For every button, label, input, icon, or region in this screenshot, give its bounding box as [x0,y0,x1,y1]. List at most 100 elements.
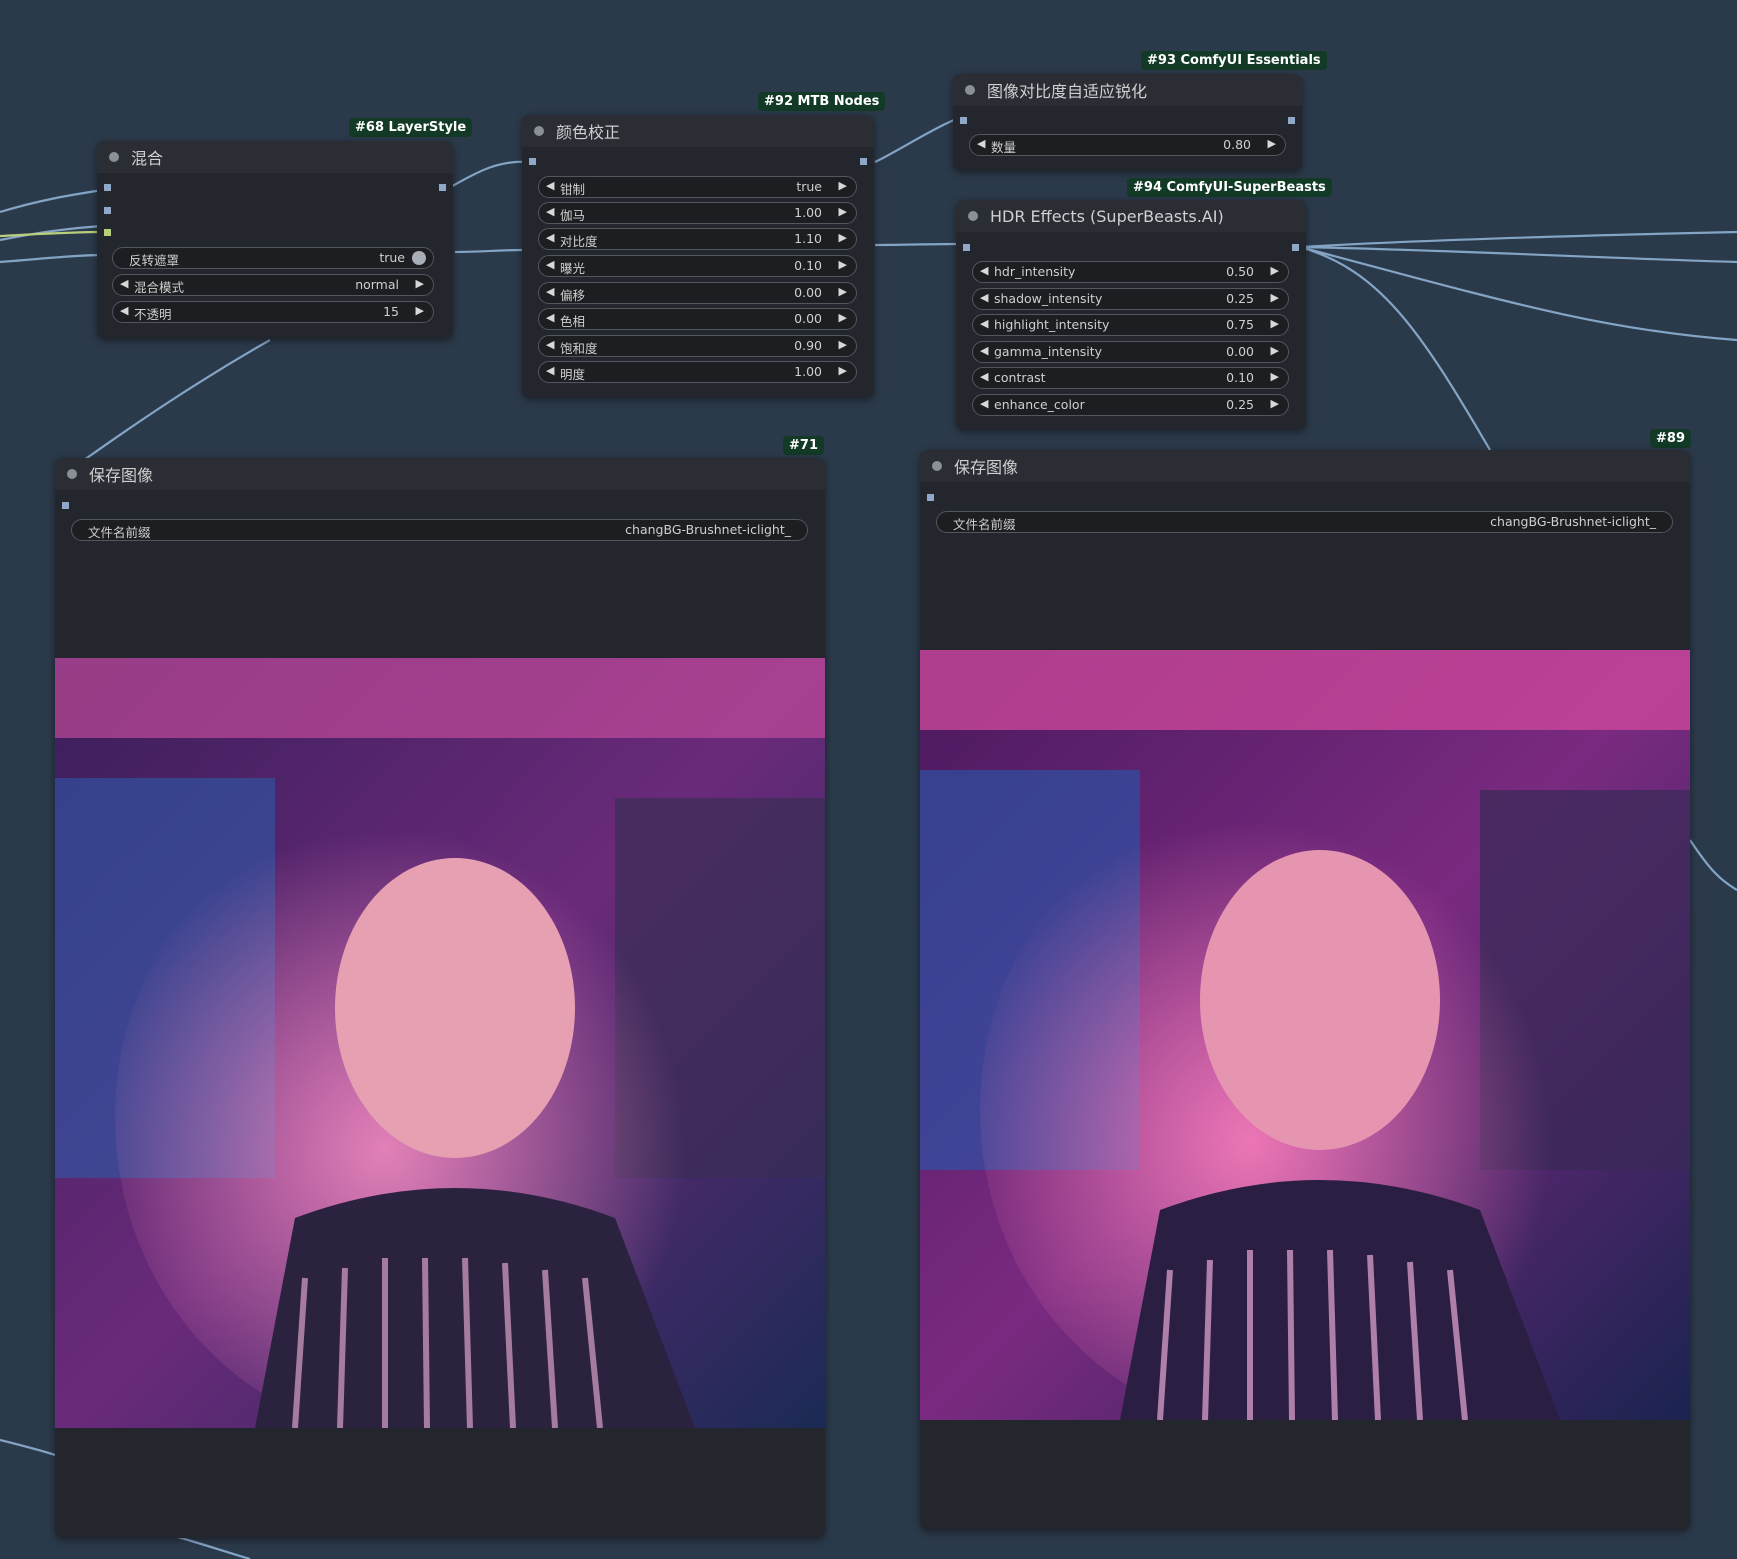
input-slot[interactable] [104,229,111,236]
left-triangle-icon[interactable]: ◀ [980,264,988,277]
right-triangle-icon[interactable]: ▶ [839,231,847,244]
input-slot[interactable] [62,502,69,509]
input-slot[interactable] [960,117,967,124]
amount-widget[interactable]: ◀ 数量 0.80 ▶ [969,134,1286,156]
brightness-widget[interactable]: ◀ 明度 1.00 ▶ [538,361,857,383]
enhance-color-widget[interactable]: ◀ enhance_color 0.25 ▶ [972,394,1289,416]
save-image-node[interactable]: 保存图像 文件名前缀 changBG-Brushnet-iclight_ [920,450,1690,1530]
node-title: 混合 [131,149,164,168]
right-triangle-icon[interactable]: ▶ [1271,397,1279,410]
clamp-widget[interactable]: ◀ 钳制 true ▶ [538,176,857,198]
right-triangle-icon[interactable]: ▶ [1271,370,1279,383]
input-slot[interactable] [104,184,111,191]
shadow-intensity-widget[interactable]: ◀ shadow_intensity 0.25 ▶ [972,288,1289,310]
invert-mask-toggle[interactable]: 反转遮罩 true [112,247,434,269]
right-triangle-icon[interactable]: ▶ [1268,137,1276,150]
right-triangle-icon[interactable]: ▶ [1271,291,1279,304]
right-triangle-icon[interactable]: ▶ [839,338,847,351]
left-triangle-icon[interactable]: ◀ [980,344,988,357]
wire [1299,230,1737,249]
output-slot[interactable] [1292,244,1299,251]
left-triangle-icon[interactable]: ◀ [120,277,128,290]
right-triangle-icon[interactable]: ▶ [1271,317,1279,330]
filename-prefix-field[interactable]: 文件名前缀 changBG-Brushnet-iclight_ [71,519,808,541]
right-triangle-icon[interactable]: ▶ [416,304,424,317]
wire [1299,245,1491,451]
saturation-widget[interactable]: ◀ 饱和度 0.90 ▶ [538,335,857,357]
left-triangle-icon[interactable]: ◀ [546,258,554,271]
right-triangle-icon[interactable]: ▶ [416,277,424,290]
left-triangle-icon[interactable]: ◀ [546,311,554,324]
output-image-preview[interactable] [55,658,825,1428]
gamma-widget[interactable]: ◀ 伽马 1.00 ▶ [538,202,857,224]
widget-value: 0.00 [1226,344,1254,359]
left-triangle-icon[interactable]: ◀ [980,317,988,330]
left-triangle-icon[interactable]: ◀ [977,137,985,150]
node-header[interactable]: 保存图像 [55,458,825,490]
right-triangle-icon[interactable]: ▶ [839,179,847,192]
left-triangle-icon[interactable]: ◀ [546,285,554,298]
exposure-widget[interactable]: ◀ 曝光 0.10 ▶ [538,255,857,277]
node-title: 保存图像 [954,458,1019,477]
widget-label: 文件名前缀 [88,525,151,540]
widget-value: true [379,250,405,265]
sharpen-node[interactable]: 图像对比度自适应锐化 ◀ 数量 0.80 ▶ [953,74,1302,171]
node-status-dot-icon [534,126,544,136]
right-triangle-icon[interactable]: ▶ [839,285,847,298]
node-header[interactable]: 图像对比度自适应锐化 [953,74,1302,106]
contrast-widget[interactable]: ◀ 对比度 1.10 ▶ [538,228,857,250]
highlight-intensity-widget[interactable]: ◀ highlight_intensity 0.75 ▶ [972,314,1289,336]
node-header[interactable]: HDR Effects (SuperBeasts.AI) [956,200,1306,232]
save-image-node[interactable]: 保存图像 文件名前缀 changBG-Brushnet-iclight_ [55,458,825,1538]
wire [454,248,523,254]
right-triangle-icon[interactable]: ▶ [839,311,847,324]
widget-label: 色相 [560,314,586,329]
input-slot[interactable] [927,494,934,501]
node-id-badge: #92 MTB Nodes [758,92,886,111]
filename-prefix-field[interactable]: 文件名前缀 changBG-Brushnet-iclight_ [936,511,1673,533]
wire [0,253,104,264]
blend-node[interactable]: 混合 反转遮罩 true ◀ 混合模式 normal ▶ ◀ 不透明 15 ▶ [97,141,453,339]
output-slot[interactable] [860,158,867,165]
input-slot[interactable] [104,207,111,214]
input-slot[interactable] [529,158,536,165]
node-header[interactable]: 颜色校正 [522,115,874,147]
gamma-intensity-widget[interactable]: ◀ gamma_intensity 0.00 ▶ [972,341,1289,363]
wire [874,242,959,247]
hdr-effects-node[interactable]: HDR Effects (SuperBeasts.AI) ◀ hdr_inten… [956,200,1306,430]
left-triangle-icon[interactable]: ◀ [980,291,988,304]
left-triangle-icon[interactable]: ◀ [980,370,988,383]
output-slot[interactable] [1288,117,1295,124]
wire [69,339,271,471]
left-triangle-icon[interactable]: ◀ [980,397,988,410]
node-id-badge: #68 LayerStyle [349,118,473,137]
node-id-badge: #94 ComfyUI-SuperBeasts [1127,178,1332,197]
left-triangle-icon[interactable]: ◀ [120,304,128,317]
input-slot[interactable] [963,244,970,251]
node-header[interactable]: 混合 [97,141,453,173]
left-triangle-icon[interactable]: ◀ [546,205,554,218]
toggle-knob-icon[interactable] [412,251,426,265]
right-triangle-icon[interactable]: ▶ [1271,264,1279,277]
left-triangle-icon[interactable]: ◀ [546,231,554,244]
offset-widget[interactable]: ◀ 偏移 0.00 ▶ [538,282,857,304]
node-header[interactable]: 保存图像 [920,450,1690,482]
left-triangle-icon[interactable]: ◀ [546,179,554,192]
node-status-dot-icon [67,469,77,479]
blend-mode-combo[interactable]: ◀ 混合模式 normal ▶ [112,274,434,296]
right-triangle-icon[interactable]: ▶ [839,205,847,218]
widget-label: contrast [994,370,1046,385]
color-correct-node[interactable]: 颜色校正 ◀ 钳制 true ▶ ◀ 伽马 1.00 ▶ ◀ 对比度 1.10 … [522,115,874,398]
right-triangle-icon[interactable]: ▶ [839,364,847,377]
opacity-number[interactable]: ◀ 不透明 15 ▶ [112,301,434,323]
hue-widget[interactable]: ◀ 色相 0.00 ▶ [538,308,857,330]
wire [0,1438,56,1457]
left-triangle-icon[interactable]: ◀ [546,364,554,377]
right-triangle-icon[interactable]: ▶ [839,258,847,271]
left-triangle-icon[interactable]: ◀ [546,338,554,351]
output-image-preview[interactable] [920,650,1690,1420]
right-triangle-icon[interactable]: ▶ [1271,344,1279,357]
output-slot[interactable] [439,184,446,191]
hdr-intensity-widget[interactable]: ◀ hdr_intensity 0.50 ▶ [972,261,1289,283]
contrast-widget[interactable]: ◀ contrast 0.10 ▶ [972,367,1289,389]
